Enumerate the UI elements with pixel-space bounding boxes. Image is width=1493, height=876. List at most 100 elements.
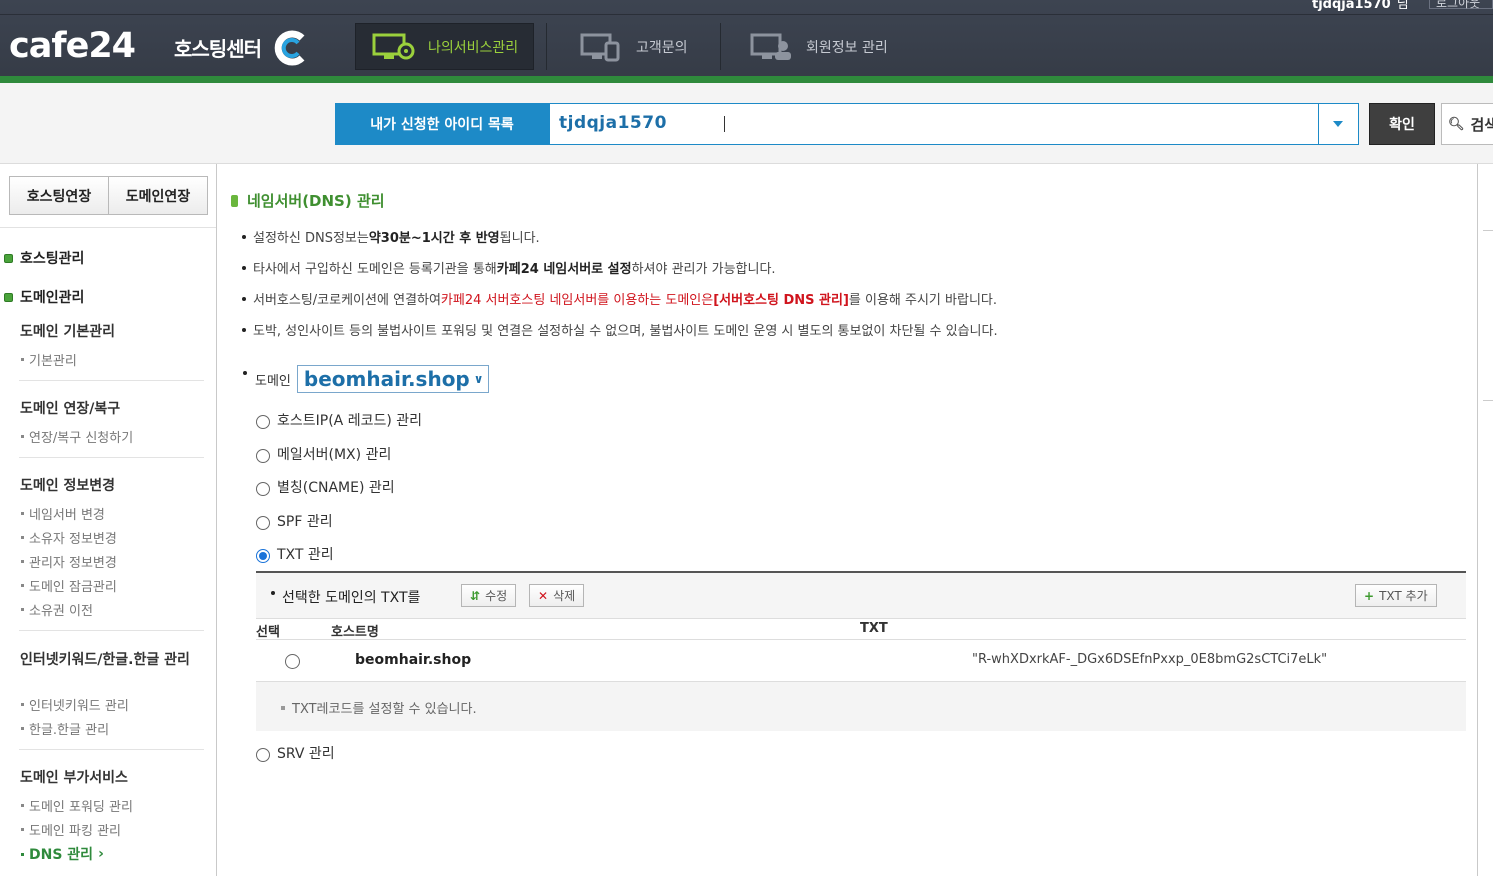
nav-member-info[interactable]: 회원정보 관리 bbox=[750, 23, 910, 70]
page-title-text: 네임서버(DNS) 관리 bbox=[247, 192, 385, 210]
table-cell-txt: "R-whXDxrkAF-_DGx6DSEfnPxxp_0E8bmG2sCTCi… bbox=[972, 652, 1328, 667]
server-hosting-dns-link[interactable]: [서버호스팅 DNS 관리] bbox=[713, 289, 849, 308]
right-edge-strip bbox=[1483, 164, 1493, 876]
sidebar-item-dns[interactable]: DNS 관리 › bbox=[21, 844, 104, 864]
sidebar-item-keyword[interactable]: 인터넷키워드 관리 bbox=[21, 695, 129, 714]
add-txt-button[interactable]: + TXT 추가 bbox=[1355, 584, 1437, 607]
bullet-icon bbox=[242, 265, 246, 270]
sidebar-section-title[interactable]: 도메인 연장/복구 bbox=[20, 400, 120, 418]
main-content: 네임서버(DNS) 관리 설정하신 DNS정보는 약30분~1시간 후 반영 됩니… bbox=[218, 164, 1478, 876]
sidebar-item-transfer[interactable]: 소유권 이전 bbox=[21, 600, 93, 619]
radio-button[interactable] bbox=[256, 449, 270, 463]
sidebar-item-forwarding[interactable]: 도메인 포워딩 관리 bbox=[21, 796, 133, 815]
sidebar-item-owner[interactable]: 소유자 정보변경 bbox=[21, 528, 117, 547]
radio-cname-record[interactable]: 별칭(CNAME) 관리 bbox=[256, 477, 395, 497]
sidebar: 호스팅연장 도메인연장 호스팅관리 도메인관리 도메인 기본관리 기본관리 도메… bbox=[0, 164, 217, 876]
txt-panel-header: 선택한 도메인의 TXT를 ⇵ 수정 ✕ 삭제 + TXT 추가 bbox=[256, 573, 1466, 619]
notice-emphasis: 카페24 네임서버로 설정 bbox=[496, 262, 632, 277]
row-select-radio[interactable] bbox=[285, 654, 300, 669]
sidebar-item-renew-restore[interactable]: 연장/복구 신청하기 bbox=[21, 427, 133, 446]
notice-text: 하셔야 관리가 가능합니다. bbox=[631, 262, 776, 277]
txt-panel-heading-text: 선택한 도메인의 TXT를 bbox=[282, 590, 421, 606]
id-search-bar: 내가 신청한 아이디 목록 tjdqja1570 확인 🔍︎ 검색 bbox=[0, 83, 1493, 164]
txt-footnote-text: TXT레코드를 설정할 수 있습니다. bbox=[292, 702, 477, 717]
sidebar-domain-management[interactable]: 도메인관리 bbox=[4, 287, 84, 307]
nav-support[interactable]: 고객문의 bbox=[580, 23, 715, 70]
sidebar-item-lock[interactable]: 도메인 잠금관리 bbox=[21, 576, 117, 595]
sidebar-item-parking[interactable]: 도메인 파킹 관리 bbox=[21, 820, 121, 839]
edit-button[interactable]: ⇵ 수정 bbox=[461, 584, 517, 607]
bullet-icon bbox=[4, 292, 13, 302]
confirm-button[interactable]: 확인 bbox=[1369, 103, 1435, 145]
bullet-icon bbox=[21, 852, 24, 856]
radio-a-record[interactable]: 호스트IP(A 레코드) 관리 bbox=[256, 410, 422, 430]
divider bbox=[19, 749, 204, 750]
sidebar-section-title[interactable]: 도메인 부가서비스 bbox=[20, 769, 128, 787]
header-divider bbox=[0, 14, 1493, 15]
domain-select[interactable]: beomhair.shop ∨ bbox=[296, 365, 489, 393]
delete-button[interactable]: ✕ 삭제 bbox=[529, 584, 585, 607]
renew-hosting-button[interactable]: 호스팅연장 bbox=[10, 177, 108, 214]
sidebar-item-label: 연장/복구 신청하기 bbox=[29, 431, 134, 446]
radio-mx-record[interactable]: 메일서버(MX) 관리 bbox=[256, 444, 391, 464]
notice-text: 를 이용해 주시기 바랍니다. bbox=[848, 293, 997, 308]
sidebar-item-basic[interactable]: 기본관리 bbox=[21, 350, 77, 369]
bullet-icon bbox=[21, 804, 24, 807]
sidebar-item-label: 한글.한글 관리 bbox=[29, 723, 110, 738]
divider bbox=[19, 380, 204, 381]
logo-subtitle: 호스팅센터 bbox=[174, 37, 262, 61]
page-title: 네임서버(DNS) 관리 bbox=[231, 190, 385, 211]
sidebar-section-title[interactable]: 인터넷키워드/한글.한글 관리 bbox=[20, 651, 200, 669]
edge-line bbox=[1483, 230, 1493, 231]
radio-label: 호스트IP(A 레코드) 관리 bbox=[277, 413, 423, 429]
notice-item: 서버호스팅/코로케이션에 연결하여 카페24 서버호스팅 네임서버를 이용하는 … bbox=[242, 289, 997, 308]
nav-my-services-label: 나의서비스관리 bbox=[428, 39, 519, 56]
sidebar-item-label: 소유자 정보변경 bbox=[29, 532, 117, 547]
bullet-icon bbox=[21, 536, 24, 539]
logout-button[interactable]: 로그아웃 bbox=[1429, 0, 1493, 10]
radio-button[interactable] bbox=[256, 482, 270, 496]
sidebar-hosting-management[interactable]: 호스팅관리 bbox=[4, 248, 84, 268]
notice-red-text: 카페24 서버호스팅 네임서버를 이용하는 도메인은 bbox=[440, 293, 714, 308]
sidebar-section-title[interactable]: 도메인 기본관리 bbox=[20, 323, 115, 341]
radio-button[interactable] bbox=[256, 748, 270, 762]
bullet-icon bbox=[21, 358, 24, 361]
radio-srv-record[interactable]: SRV 관리 bbox=[256, 743, 335, 763]
chevron-down-icon: ∨ bbox=[473, 372, 484, 386]
edge-line bbox=[1483, 400, 1493, 401]
chevron-down-icon[interactable] bbox=[1318, 104, 1358, 144]
table-cell-host: beomhair.shop bbox=[355, 652, 472, 668]
radio-button-checked[interactable] bbox=[256, 549, 270, 563]
column-header-select: 선택 bbox=[256, 625, 280, 640]
renew-domain-button[interactable]: 도메인연장 bbox=[108, 177, 207, 214]
notice-emphasis: 약30분~1시간 후 반영 bbox=[368, 231, 500, 246]
edit-button-label: 수정 bbox=[485, 589, 508, 603]
nav-my-services[interactable]: 나의서비스관리 bbox=[355, 23, 534, 70]
add-txt-button-label: TXT 추가 bbox=[1379, 589, 1428, 603]
column-header-txt: TXT bbox=[860, 621, 888, 636]
radio-txt-record[interactable]: TXT 관리 bbox=[256, 544, 334, 564]
notice-item: 설정하신 DNS정보는 약30분~1시간 후 반영 됩니다. bbox=[242, 227, 540, 246]
id-select[interactable]: tjdqja1570 bbox=[549, 103, 1359, 145]
cafe24-logo[interactable]: cafe24 bbox=[9, 26, 136, 66]
sidebar-item-nameserver[interactable]: 네임서버 변경 bbox=[21, 504, 105, 523]
notice-text: 됩니다. bbox=[499, 231, 540, 246]
sidebar-item-hangul[interactable]: 한글.한글 관리 bbox=[21, 719, 109, 738]
bullet-icon bbox=[21, 703, 24, 706]
sidebar-item-admin[interactable]: 관리자 정보변경 bbox=[21, 552, 117, 571]
sidebar-section-title[interactable]: 도메인 정보변경 bbox=[20, 477, 115, 495]
plus-icon: + bbox=[1364, 588, 1375, 603]
search-button[interactable]: 🔍︎ 검색 bbox=[1441, 103, 1493, 145]
sidebar-main-label: 도메인관리 bbox=[20, 290, 85, 306]
radio-spf-record[interactable]: SPF 관리 bbox=[256, 511, 333, 531]
bullet-icon bbox=[21, 435, 24, 438]
radio-button[interactable] bbox=[256, 415, 270, 429]
sidebar-item-label: 도메인 잠금관리 bbox=[29, 580, 117, 595]
header-accent-line bbox=[0, 76, 1493, 83]
radio-button[interactable] bbox=[256, 516, 270, 530]
top-header: tjdqja1570 님 로그아웃 cafe24 호스팅센터 나의서비스관리 고객… bbox=[0, 0, 1493, 83]
radio-label: 별칭(CNAME) 관리 bbox=[277, 480, 395, 496]
txt-panel-footer: TXT레코드를 설정할 수 있습니다. bbox=[256, 681, 1466, 731]
bullet-icon bbox=[21, 512, 24, 515]
bullet-icon bbox=[271, 591, 275, 595]
